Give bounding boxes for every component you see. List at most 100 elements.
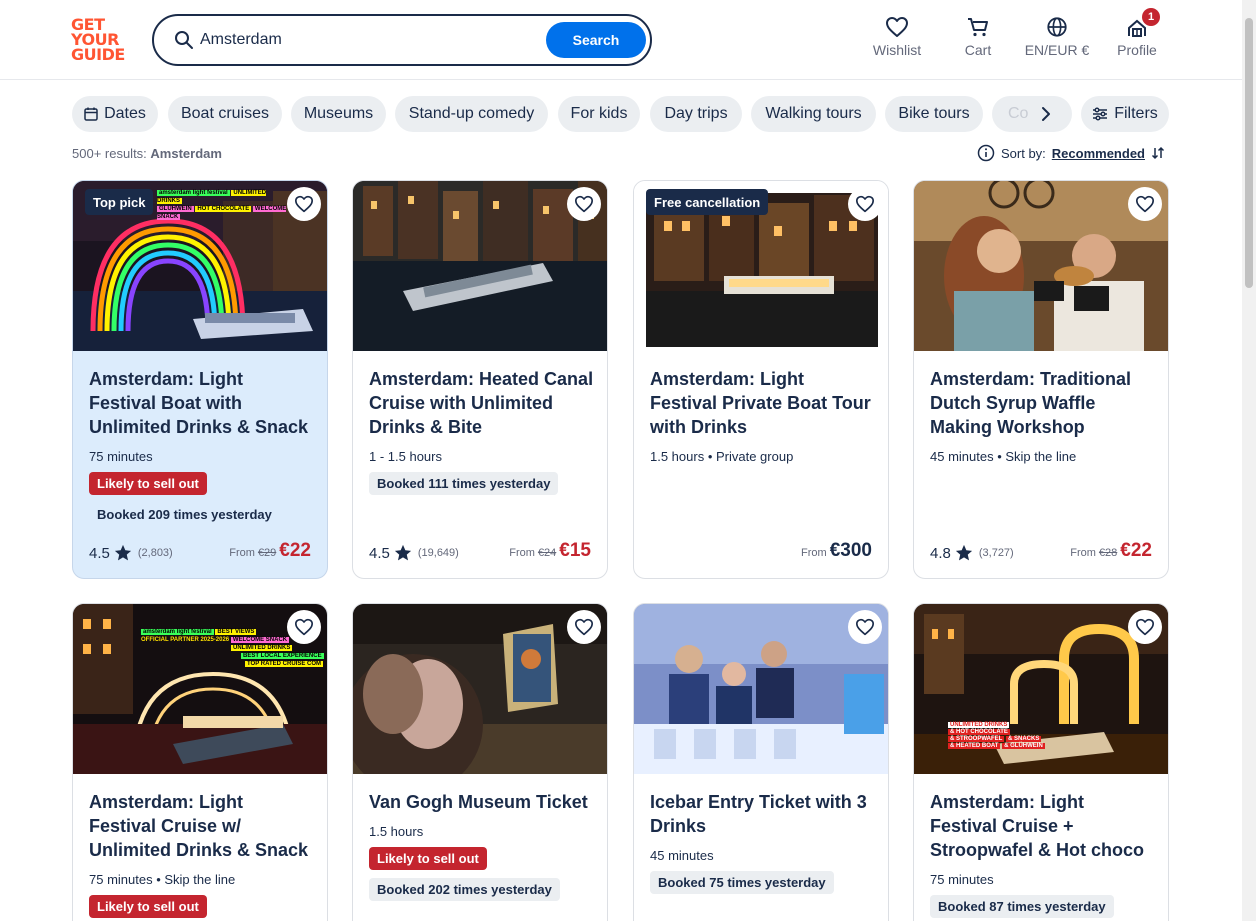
nav-language-currency[interactable]: EN/EUR € (1022, 16, 1092, 64)
heart-icon (574, 195, 593, 213)
price: From €24 €15 (509, 540, 591, 561)
activity-card[interactable]: amsterdam light festival UNLIMITED DRINK… (72, 180, 328, 579)
wishlist-toggle[interactable] (1128, 610, 1162, 644)
globe-icon (1047, 17, 1067, 37)
card-body: Icebar Entry Ticket with 3 Drinks 45 min… (650, 790, 876, 894)
booked-badge: Booked 202 times yesterday (369, 878, 560, 901)
top-pick-badge: Top pick (85, 189, 154, 215)
activity-title[interactable]: Van Gogh Museum Ticket (369, 790, 595, 814)
activity-duration: 1.5 hours (369, 824, 424, 839)
search-button[interactable]: Search (546, 22, 646, 58)
card-body: Amsterdam: Light Festival Boat with Unli… (89, 367, 315, 526)
chip-dates[interactable]: Dates (72, 96, 158, 132)
card-body: Amsterdam: Light Festival Cruise w/ Unli… (89, 790, 315, 918)
wishlist-toggle[interactable] (287, 610, 321, 644)
search-input[interactable] (200, 26, 540, 54)
activity-title[interactable]: Amsterdam: Light Festival Boat with Unli… (89, 367, 315, 439)
cart-icon (968, 18, 988, 37)
price: From €300 (801, 540, 872, 561)
activity-duration: 45 minutes • Skip the line (930, 449, 1077, 464)
activity-duration: 75 minutes • Skip the line (89, 872, 236, 887)
activity-title[interactable]: Amsterdam: Light Festival Cruise + Stroo… (930, 790, 1156, 862)
activity-card[interactable]: Icebar Entry Ticket with 3 Drinks 45 min… (633, 603, 889, 921)
booked-badge: Booked 87 times yesterday (930, 895, 1114, 918)
wishlist-toggle[interactable] (287, 187, 321, 221)
nav-profile[interactable]: Profile 1 (1114, 8, 1160, 64)
sort-control[interactable]: Sort by: Recommended (977, 144, 1165, 162)
booked-badge: Booked 111 times yesterday (369, 472, 559, 495)
card-footer: 4.8 (3,727) From €28 €22 (930, 538, 1152, 562)
activity-card[interactable]: Amsterdam: Heated Canal Cruise with Unli… (352, 180, 608, 579)
image-overlay-text: amsterdam light festival UNLIMITED DRINK… (157, 190, 287, 220)
wishlist-toggle[interactable] (1128, 187, 1162, 221)
chip-walking-tours[interactable]: Walking tours (751, 96, 876, 132)
page-scrollbar[interactable] (1242, 0, 1256, 921)
wishlist-toggle[interactable] (567, 187, 601, 221)
card-body: Amsterdam: Traditional Dutch Syrup Waffl… (930, 367, 1156, 464)
card-footer: From €300 (650, 538, 872, 562)
star-icon (114, 544, 131, 561)
activity-duration: 75 minutes (930, 872, 994, 887)
chips-scroll-right[interactable] (1032, 100, 1060, 128)
getyourguide-logo[interactable]: GET YOUR GUIDE (71, 17, 129, 63)
activity-duration: 1 - 1.5 hours (369, 449, 442, 464)
wishlist-toggle[interactable] (848, 610, 882, 644)
chevron-right-icon (1042, 107, 1050, 121)
currency-label: EN/EUR € (1024, 42, 1090, 58)
rating: 4.5 (2,803) (89, 544, 173, 562)
heart-icon (1136, 195, 1154, 213)
chip-museums[interactable]: Museums (291, 96, 386, 132)
activity-card[interactable]: Free cancellation Amsterdam: Light Festi… (633, 180, 889, 579)
calendar-icon (84, 107, 98, 121)
cart-label: Cart (964, 42, 992, 58)
free-cancellation-badge: Free cancellation (646, 189, 769, 215)
price: From €29 €22 (229, 540, 311, 561)
card-body: Amsterdam: Heated Canal Cruise with Unli… (369, 367, 595, 495)
filters-button[interactable]: Filters (1081, 96, 1169, 132)
rating: 4.8 (3,727) (930, 544, 1014, 562)
search-icon (175, 31, 193, 49)
activity-title[interactable]: Icebar Entry Ticket with 3 Drinks (650, 790, 876, 838)
chip-bike-tours[interactable]: Bike tours (885, 96, 983, 132)
nav-wishlist[interactable]: Wishlist (872, 16, 922, 64)
heart-icon (295, 618, 313, 636)
results-summary: 500+ results: Amsterdam (72, 146, 222, 161)
activity-card[interactable]: UNLIMITED DRINKS & HOT CHOCOLATE & STROO… (913, 603, 1169, 921)
rating: 4.5 (19,649) (369, 544, 459, 562)
sell-out-badge: Likely to sell out (369, 847, 487, 870)
sort-value[interactable]: Recommended (1052, 146, 1145, 161)
scrollbar-thumb[interactable] (1245, 18, 1253, 288)
profile-label: Profile (1117, 42, 1157, 58)
image-overlay-text: UNLIMITED DRINKS & HOT CHOCOLATE & STROO… (948, 722, 1045, 749)
activity-card[interactable]: Van Gogh Museum Ticket 1.5 hours Likely … (352, 603, 608, 921)
activity-title[interactable]: Amsterdam: Light Festival Cruise w/ Unli… (89, 790, 315, 862)
activity-title[interactable]: Amsterdam: Heated Canal Cruise with Unli… (369, 367, 595, 439)
star-icon (955, 544, 972, 561)
sliders-icon (1093, 107, 1108, 121)
card-footer: 4.5 (2,803) From €29 €22 (89, 538, 311, 562)
sort-arrows-icon (1151, 146, 1165, 160)
category-chips: Dates Boat cruises Museums Stand-up come… (72, 96, 1072, 132)
nav-cart[interactable]: Cart (958, 16, 998, 64)
activity-duration: 45 minutes (650, 848, 714, 863)
chip-standup-comedy[interactable]: Stand-up comedy (395, 96, 548, 132)
activity-duration: 75 minutes (89, 449, 153, 464)
chip-boat-cruises[interactable]: Boat cruises (168, 96, 282, 132)
wishlist-toggle[interactable] (848, 187, 882, 221)
heart-icon (855, 618, 874, 636)
chip-for-kids[interactable]: For kids (558, 96, 640, 132)
search-bar: Search (152, 14, 652, 66)
activity-card[interactable]: Amsterdam: Traditional Dutch Syrup Waffl… (913, 180, 1169, 579)
booked-badge: Booked 209 times yesterday (89, 503, 280, 526)
activity-title[interactable]: Amsterdam: Traditional Dutch Syrup Waffl… (930, 367, 1156, 439)
profile-notification-badge: 1 (1142, 8, 1160, 26)
activity-title[interactable]: Amsterdam: Light Festival Private Boat T… (650, 367, 876, 439)
wishlist-toggle[interactable] (567, 610, 601, 644)
site-header: GET YOUR GUIDE Search Wishlist Cart EN/E… (0, 0, 1242, 80)
wishlist-label: Wishlist (872, 42, 922, 58)
chip-day-trips[interactable]: Day trips (650, 96, 742, 132)
card-body: Amsterdam: Light Festival Cruise + Stroo… (930, 790, 1156, 918)
info-icon[interactable] (977, 144, 995, 162)
price: From €28 €22 (1070, 540, 1152, 561)
activity-card[interactable]: amsterdam light festival BEST VIEWS OFFI… (72, 603, 328, 921)
